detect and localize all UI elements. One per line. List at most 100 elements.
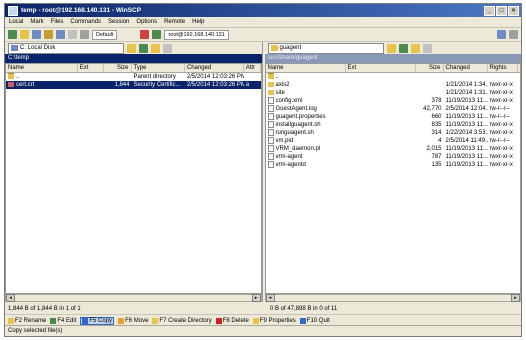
panes: C: Local Disk C:\temp Name Ext Size Type… [5,42,521,302]
table-row[interactable]: vm.pid 4 2/5/2014 11:49... rw-r--r-- [266,137,521,145]
layout-icon[interactable] [509,30,518,39]
fkey-label: F10 Quit [306,317,330,324]
fkey-button[interactable]: F6 Move [118,317,148,324]
file-size: 1,844 [114,82,130,88]
file-changed [444,73,488,81]
local-file-list[interactable]: Name Ext Size Type Changed Attr .. Parent… [5,63,262,294]
col-size[interactable]: Size [416,64,444,72]
local-hscroll[interactable]: ◂ ▸ [5,294,262,302]
table-row[interactable]: .. Parent directory 2/5/2014 12:03:26 PM [6,73,261,81]
parent-dir-icon[interactable] [398,43,408,53]
menu-remote[interactable]: Remote [164,19,185,25]
file-name-text: .. [275,74,279,80]
table-row[interactable]: site 1/21/2014 1:31... rwxr-xr-x [266,89,521,97]
queue-icon[interactable] [44,30,53,39]
disconnect-icon[interactable] [140,30,150,39]
menu-mark[interactable]: Mark [30,19,43,25]
col-attr[interactable]: Attr [244,64,261,72]
fkey-button[interactable]: F7 Create Directory [152,317,212,324]
home-dir-icon[interactable] [422,43,432,53]
col-name[interactable]: Name [6,64,78,72]
fkey-button[interactable]: F8 Delete [215,317,249,324]
home-dir-icon[interactable] [163,43,172,53]
col-changed[interactable]: Changed [444,64,488,72]
root-dir-icon[interactable] [151,43,160,53]
col-name[interactable]: Name [266,64,346,72]
table-row[interactable]: vrm-agent 787 11/19/2013 11:... rwxr-xr-x [266,153,521,161]
edit-icon [50,317,57,324]
table-row[interactable]: .. [266,73,521,81]
sync-icon[interactable] [32,30,41,39]
computer-icon[interactable] [152,30,162,39]
file-name: vrm-agentd [266,161,416,169]
file-name: VRM_daemon.pl [266,145,416,153]
table-row[interactable]: VRM_daemon.pl 2,015 11/19/2013 11:... rwxr-… [266,145,521,153]
file-icon [267,105,274,112]
table-row[interactable]: GuestAgent.log 42,770 2/5/2014 12:04... rw-… [266,105,521,113]
col-size[interactable]: Size [104,64,132,72]
col-ext[interactable]: Ext [346,64,416,72]
maximize-button[interactable]: □ [496,5,507,16]
menu-bar: Local Mark Files Commands Session Option… [5,17,521,28]
folder-icon[interactable] [20,30,29,39]
parent-dir-icon[interactable] [139,43,148,53]
remote-hscroll[interactable]: ◂ ▸ [264,294,521,302]
local-status: 1,844 B of 1,844 B in 1 of 1 [8,306,81,312]
table-row[interactable]: runguagent.sh 314 1/22/2014 3:53... rwxr-xr… [266,129,521,137]
remote-status: 0 B of 47,898 B in 0 of 11 [270,306,338,312]
local-column-header: Name Ext Size Type Changed Attr [6,64,261,73]
file-rights: rwxr-xr-x [489,82,513,88]
view-icon[interactable] [80,30,89,39]
table-row[interactable]: installguagent.sh 835 11/19/2013 11:... rwx… [266,121,521,129]
col-type[interactable]: Type [132,64,185,72]
file-changed: 1/22/2014 3:53... [445,130,488,136]
remote-current-path: /usr/share/guagent [264,54,521,63]
fkey-button[interactable]: F2 Rename [8,317,46,324]
close-button[interactable]: × [508,5,519,16]
file-rights: rw-r--r-- [489,138,510,144]
file-name-text: GuestAgent.log [275,106,317,113]
col-changed[interactable]: Changed [185,64,244,72]
menu-session[interactable]: Session [108,19,129,25]
menu-help[interactable]: Help [192,19,204,25]
table-row[interactable]: vrm-agentd 135 11/19/2013 11:... rwxr-xr-x [266,161,521,169]
open-folder-icon[interactable] [127,43,136,53]
session-select[interactable]: root@192.168.140.131 [164,29,229,40]
file-name-text: vrm-agent [275,154,303,161]
remote-file-list[interactable]: Name Ext Size Changed Rights .. axis2 1/21… [264,63,521,294]
file-size [416,89,444,97]
file-name-text: VRM_daemon.pl [275,146,321,153]
fkey-button[interactable]: F5 Copy [80,316,115,325]
table-row[interactable]: guagent.properties 660 11/19/2013 11:... rw… [266,113,521,121]
menu-commands[interactable]: Commands [70,19,101,25]
folder-icon [267,89,274,95]
transfer-profile-select[interactable]: Default [92,29,118,40]
file-rights: rwxr-xr-x [489,154,513,160]
menu-files[interactable]: Files [51,19,64,25]
file-size: 135 [431,162,442,168]
fkey-button[interactable]: F4 Edit [50,317,76,324]
file-changed: 2/5/2014 12:03:26 PM [186,74,244,80]
fkey-button[interactable]: F9 Properties [252,317,296,324]
open-folder-icon[interactable] [386,43,396,53]
root-dir-icon[interactable] [410,43,420,53]
menu-local[interactable]: Local [9,19,23,25]
file-attr [244,73,261,81]
file-changed: 1/21/2014 1:34... [445,82,488,88]
table-row[interactable]: axis2 1/21/2014 1:34... rwxr-xr-x [266,81,521,89]
menu-options[interactable]: Options [136,19,157,25]
file-name-text: vrm-agentd [275,162,306,169]
col-rights[interactable]: Rights [488,64,518,72]
table-row[interactable]: config.xml 378 11/19/2013 11:... rwxr-xr-x [266,97,521,105]
remote-dir-select[interactable]: guagent [267,42,384,54]
minimize-button[interactable]: _ [484,5,495,16]
settings-icon[interactable] [68,30,77,39]
table-row[interactable]: cert.crt 1,844 Security Certific... 2/5/201… [6,81,261,89]
back-icon[interactable] [8,30,17,39]
col-ext[interactable]: Ext [78,64,104,72]
terminal-icon[interactable] [56,30,65,39]
new-session-icon[interactable] [497,30,506,39]
local-drive-select[interactable]: C: Local Disk [8,42,124,54]
fkey-button[interactable]: F10 Quit [299,317,330,324]
file-name-text: .. [16,74,20,80]
